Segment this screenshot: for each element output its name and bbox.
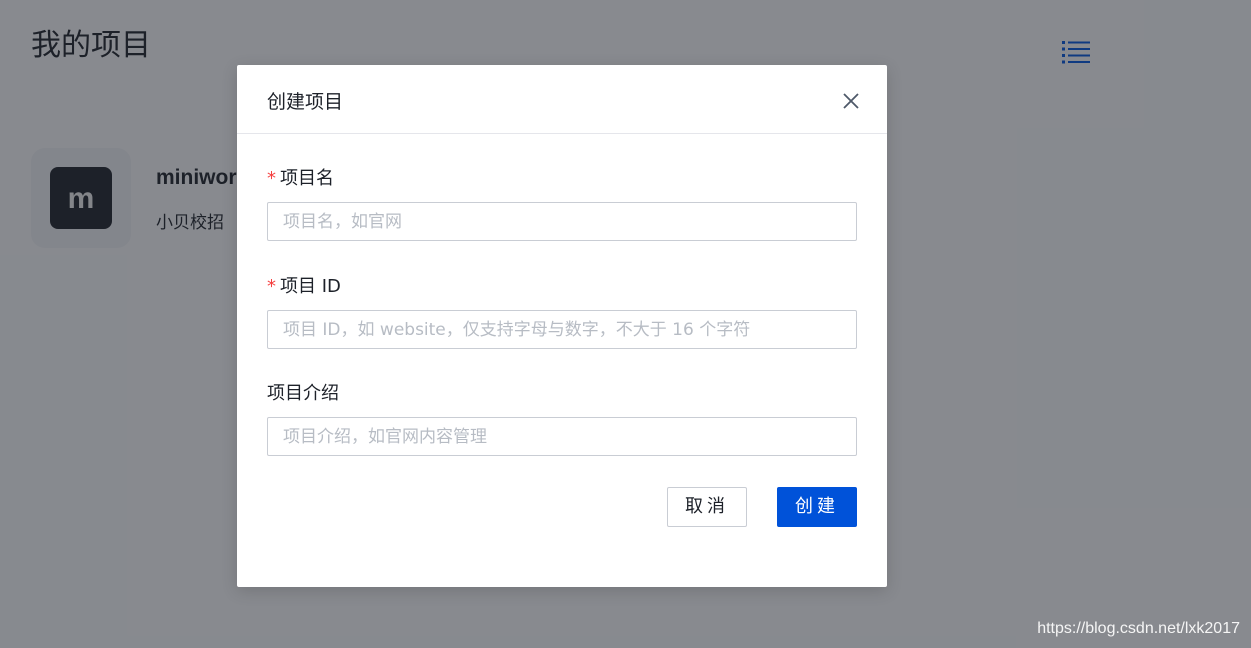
project-description-input[interactable] <box>267 417 857 456</box>
field-label: 项目 ID <box>280 276 341 297</box>
project-id-input[interactable] <box>267 310 857 349</box>
required-mark: * <box>267 168 276 189</box>
field-label: 项目名 <box>280 168 334 189</box>
cancel-button[interactable]: 取消 <box>667 487 747 527</box>
field-project-description: 项目介绍 <box>267 380 857 456</box>
field-project-id: * 项目 ID <box>267 273 857 349</box>
field-label: 项目介绍 <box>267 383 339 404</box>
watermark: https://blog.csdn.net/lxk2017 <box>1037 620 1240 637</box>
close-icon[interactable] <box>839 89 863 113</box>
dialog-title: 创建项目 <box>267 91 344 113</box>
create-button[interactable]: 创建 <box>777 487 857 527</box>
field-project-name: * 项目名 <box>267 165 857 241</box>
project-name-input[interactable] <box>267 202 857 241</box>
required-mark: * <box>267 276 276 297</box>
create-project-dialog: 创建项目 *项目名 *项目 ID 项目介绍 取消 创建 <box>237 65 887 587</box>
dialog-header: 创建项目 <box>237 65 887 134</box>
